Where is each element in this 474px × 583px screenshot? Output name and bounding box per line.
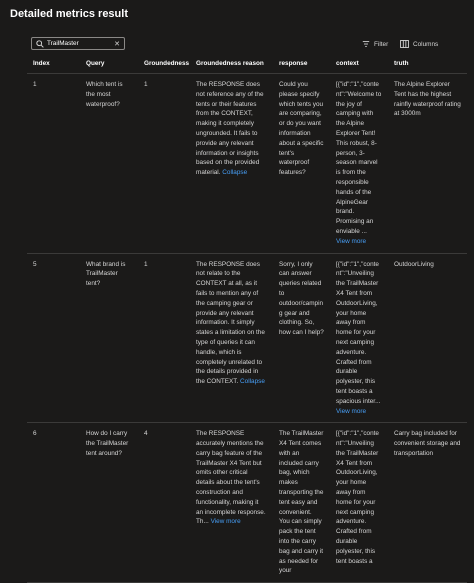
- cell-response: Could you please specify which tents you…: [273, 73, 330, 254]
- table-row[interactable]: 5 What brand is TrailMaster tent? 1 The …: [27, 253, 467, 424]
- column-header-index[interactable]: Index: [27, 58, 80, 74]
- cell-response: The TrailMaster X4 Tent comes with an in…: [273, 422, 330, 583]
- cell-query: What brand is TrailMaster tent?: [80, 253, 138, 424]
- search-icon: [36, 39, 44, 48]
- metrics-table: Index Query Groundedness Groundedness re…: [27, 58, 467, 583]
- cell-groundedness: 1: [138, 253, 190, 424]
- cell-context: [{"id":"1","content":"Unveiling the Trai…: [330, 422, 388, 583]
- reason-text: The RESPONSE does not reference any of t…: [196, 81, 264, 177]
- cell-groundedness-reason: The RESPONSE accurately mentions the car…: [190, 422, 273, 583]
- cell-groundedness: 4: [138, 422, 190, 583]
- view-more-link[interactable]: View more: [336, 407, 382, 417]
- cell-response: Sorry, I only can answer queries related…: [273, 253, 330, 424]
- cell-context: [{"id":"1","content":"Welcome to the joy…: [330, 73, 388, 254]
- cell-truth: OutdoorLiving: [388, 253, 467, 424]
- columns-icon: [400, 40, 409, 48]
- reason-text: The RESPONSE does not relate to the CONT…: [196, 260, 265, 386]
- collapse-link[interactable]: Collapse: [222, 169, 247, 176]
- cell-truth: The Alpine Explorer Tent has the highest…: [388, 73, 467, 254]
- table-row[interactable]: 6 How do I carry the TrailMaster tent ar…: [27, 422, 467, 583]
- cell-groundedness-reason: The RESPONSE does not reference any of t…: [190, 73, 273, 254]
- column-header-truth[interactable]: truth: [388, 58, 467, 74]
- page-title: Detailed metrics result: [10, 8, 128, 20]
- columns-button[interactable]: Columns: [400, 40, 438, 48]
- cell-truth: Carry bag included for convenient storag…: [388, 422, 467, 583]
- cell-groundedness: 1: [138, 73, 190, 254]
- collapse-link[interactable]: Collapse: [240, 378, 265, 385]
- columns-label: Columns: [413, 40, 439, 48]
- close-icon[interactable]: ✕: [114, 40, 120, 48]
- filter-icon: [362, 41, 370, 47]
- column-header-groundedness[interactable]: Groundedness: [138, 58, 190, 74]
- cell-index: 1: [27, 73, 80, 254]
- search-input[interactable]: [47, 40, 115, 47]
- filter-label: Filter: [374, 40, 389, 48]
- cell-groundedness-reason: The RESPONSE does not relate to the CONT…: [190, 253, 273, 424]
- reason-text: The RESPONSE accurately mentions the car…: [196, 430, 266, 526]
- table-row[interactable]: 1 Which tent is the most waterproof? 1 T…: [27, 73, 467, 254]
- cell-query: Which tent is the most waterproof?: [80, 73, 138, 254]
- column-header-groundedness-reason[interactable]: Groundedness reason: [190, 58, 273, 74]
- view-more-link[interactable]: View more: [211, 518, 241, 525]
- cell-index: 6: [27, 422, 80, 583]
- cell-context: [{"id":"1","content":"Unveiling the Trai…: [330, 253, 388, 424]
- column-header-response[interactable]: response: [273, 58, 330, 74]
- search-box[interactable]: ✕: [31, 37, 125, 50]
- filter-button[interactable]: Filter: [362, 40, 388, 48]
- cell-query: How do I carry the TrailMaster tent arou…: [80, 422, 138, 583]
- table-header-row: Index Query Groundedness Groundedness re…: [27, 58, 467, 74]
- column-header-context[interactable]: context: [330, 58, 388, 74]
- cell-index: 5: [27, 253, 80, 424]
- context-text: [{"id":"1","content":"Welcome to the joy…: [336, 81, 382, 235]
- view-more-link[interactable]: View more: [336, 237, 382, 247]
- context-text: [{"id":"1","content":"Unveiling the Trai…: [336, 260, 381, 405]
- column-header-query[interactable]: Query: [80, 58, 138, 74]
